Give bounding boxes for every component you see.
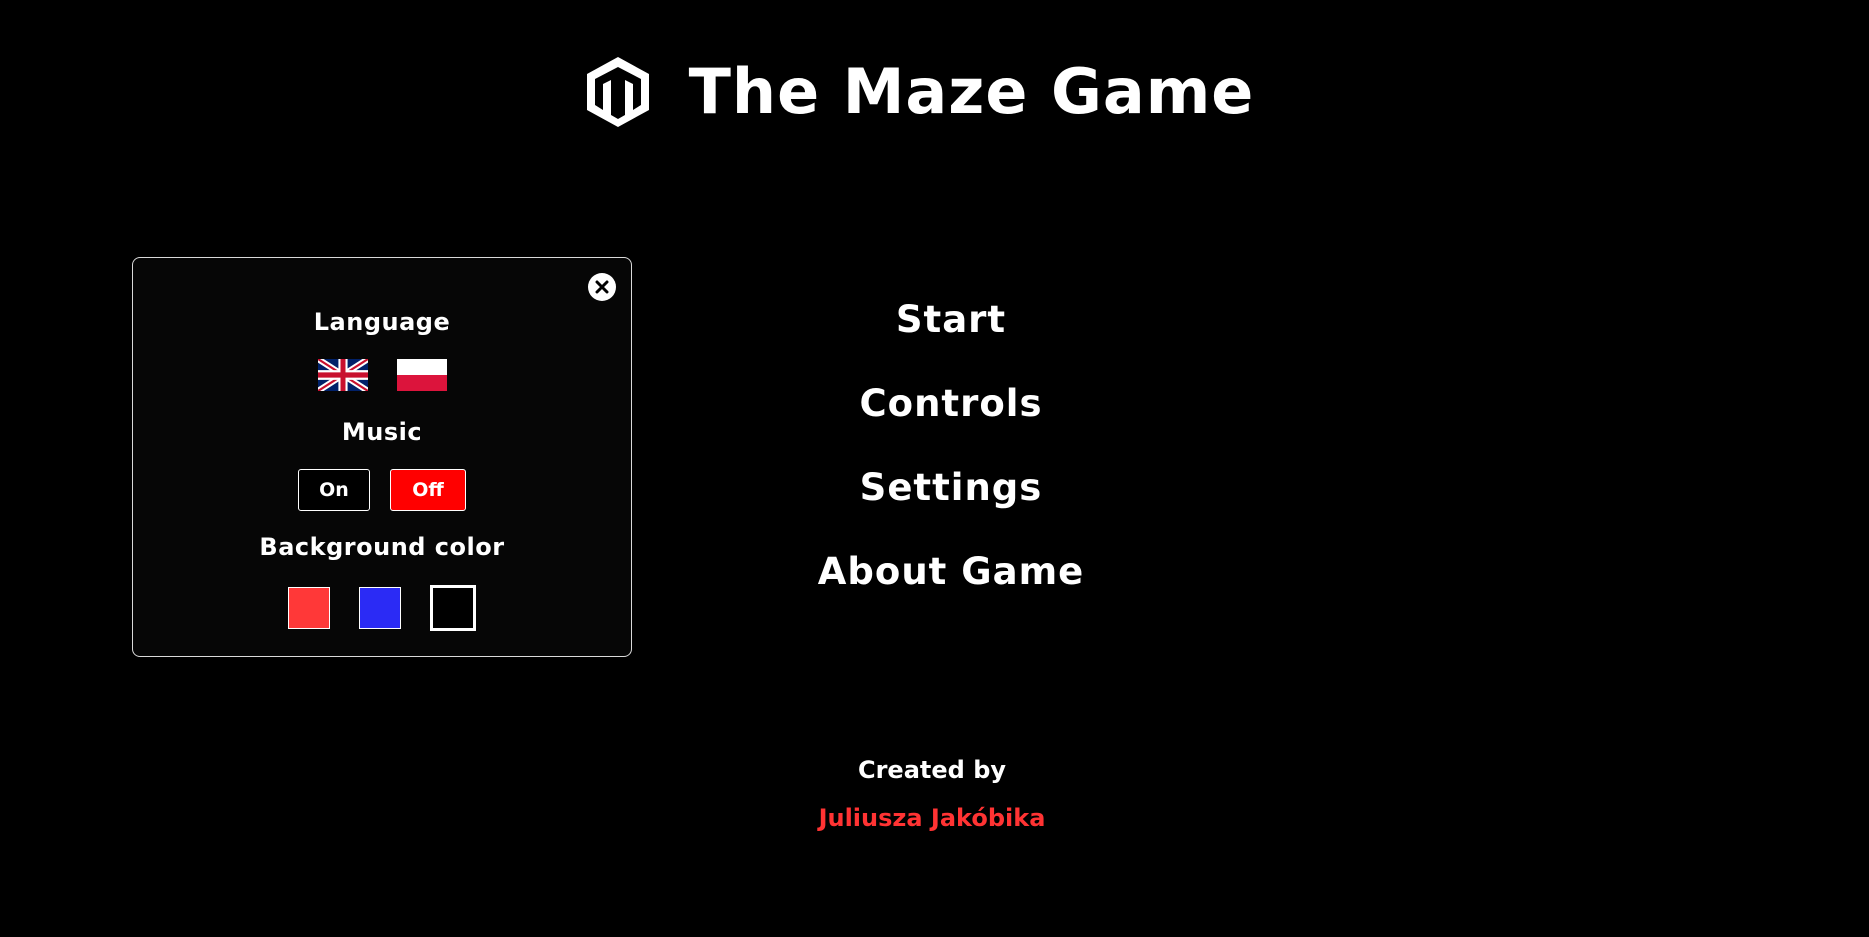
music-off-button[interactable]: Off [390,469,466,511]
settings-panel: Language Music On Off Background color [132,257,632,657]
settings-button[interactable]: Settings [751,463,1151,547]
music-on-button[interactable]: On [298,469,370,511]
background-color-options [133,585,631,631]
hexagon-m-logo-icon [586,57,649,127]
created-by-label: Created by [857,756,1007,784]
music-toggle: On Off [133,469,631,511]
close-icon[interactable] [588,273,616,301]
language-options [133,359,631,391]
background-black-swatch[interactable] [430,585,476,631]
language-label: Language [313,308,451,336]
about-game-button[interactable]: About Game [751,547,1151,631]
author-link[interactable]: Juliusza Jakóbika [0,804,1864,832]
header: The Maze Game [0,55,1869,129]
background-color-label: Background color [259,533,505,561]
music-label: Music [341,418,423,446]
poland-flag-icon[interactable] [396,359,447,391]
main-menu: Start Controls Settings About Game [751,295,1151,631]
page-title: The Maze Game [688,55,1255,128]
background-red-swatch[interactable] [288,587,330,629]
controls-button[interactable]: Controls [751,379,1151,463]
uk-flag-icon[interactable] [317,359,368,391]
background-blue-swatch[interactable] [359,587,401,629]
start-button[interactable]: Start [751,295,1151,379]
main-menu-screen: The Maze Game Language Music On Off Back… [0,0,1869,937]
